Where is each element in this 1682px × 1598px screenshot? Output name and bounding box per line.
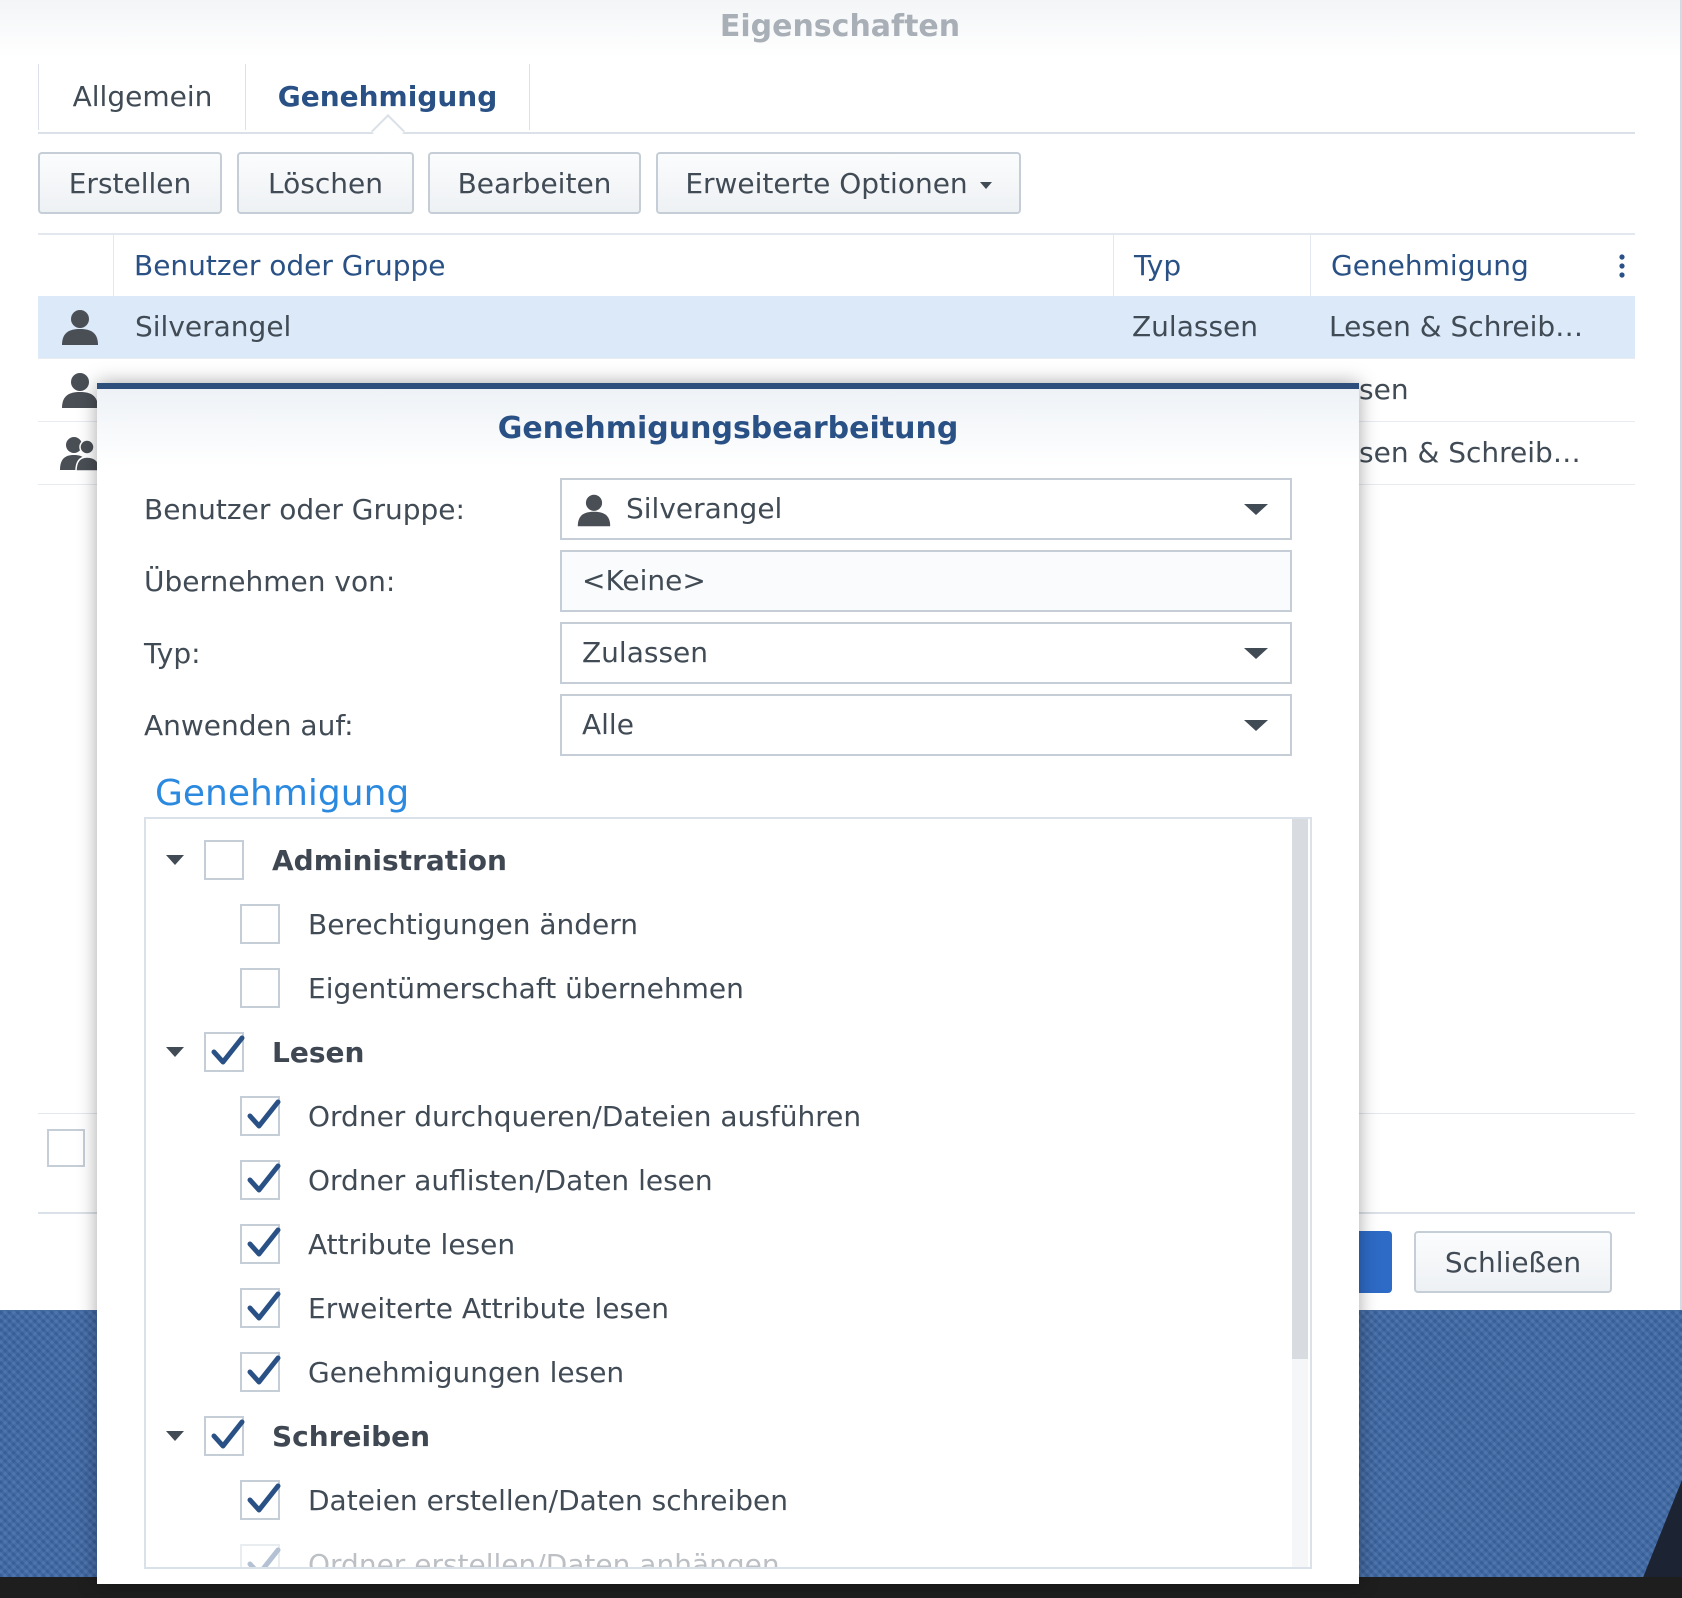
permission-row[interactable]: Eigentümerschaft übernehmen — [146, 957, 1286, 1021]
permission-label: Attribute lesen — [308, 1228, 516, 1261]
user-icon — [62, 310, 98, 345]
permission-label: Lesen — [272, 1036, 365, 1069]
permission-label: Administration — [272, 844, 507, 877]
table-row[interactable]: Silverangel Zulassen Lesen & Schreib… — [38, 296, 1635, 359]
permission-checkbox[interactable] — [240, 904, 280, 944]
permission-row[interactable]: Ordner durchqueren/Dateien ausführen — [146, 1085, 1286, 1149]
permission-label: Erweiterte Attribute lesen — [308, 1292, 670, 1325]
permission-checkbox[interactable] — [240, 1160, 281, 1200]
permission-checkbox[interactable] — [204, 840, 244, 880]
permission-row[interactable]: Erweiterte Attribute lesen — [146, 1277, 1286, 1341]
permission-group-row[interactable]: Schreiben — [146, 1405, 1286, 1469]
tab-general[interactable]: Allgemein — [38, 64, 246, 130]
window-title: Eigenschaften — [0, 0, 1680, 58]
dropdown-arrow-icon — [1244, 720, 1268, 731]
apply-to-value: Alle — [582, 708, 634, 741]
permission-checkbox[interactable] — [240, 1480, 281, 1520]
permission-row[interactable]: Dateien erstellen/Daten schreiben — [146, 1469, 1286, 1533]
row-type: Zulassen — [1132, 310, 1259, 343]
type-value: Zulassen — [582, 636, 709, 669]
row-name: Silverangel — [135, 310, 292, 343]
apply-to-select[interactable]: Alle — [560, 694, 1292, 756]
table-header: Benutzer oder Gruppe Typ Genehmigung — [38, 233, 1635, 298]
inherit-from-value: <Keine> — [582, 564, 706, 597]
footer-checkbox[interactable] — [47, 1129, 85, 1167]
column-permission[interactable]: Genehmigung — [1310, 235, 1600, 297]
dropdown-arrow-icon — [1244, 504, 1268, 515]
advanced-options-label: Erweiterte Optionen — [685, 167, 968, 200]
apply-to-label: Anwenden auf: — [144, 709, 354, 742]
tab-bar: Allgemein Genehmigung — [38, 64, 1635, 134]
permission-checkbox[interactable] — [204, 1416, 245, 1456]
permission-label: Genehmigungen lesen — [308, 1356, 625, 1389]
expand-arrow-icon[interactable] — [166, 1431, 184, 1441]
permission-checkbox[interactable] — [240, 1288, 281, 1328]
column-user-or-group[interactable]: Benutzer oder Gruppe — [113, 235, 1113, 297]
permission-row[interactable]: Attribute lesen — [146, 1213, 1286, 1277]
user-or-group-label: Benutzer oder Gruppe: — [144, 493, 465, 526]
permission-tree: Administration Berechtigungen ändern Eigen… — [144, 817, 1312, 1569]
close-button[interactable]: Schließen — [1414, 1231, 1612, 1293]
permission-row[interactable]: Genehmigungen lesen — [146, 1341, 1286, 1405]
dropdown-arrow-icon — [1244, 648, 1268, 659]
edit-button[interactable]: Bearbeiten — [428, 152, 641, 214]
permission-group-row[interactable]: Administration — [146, 829, 1286, 893]
scrollbar-thumb[interactable] — [1292, 819, 1308, 1359]
permission-checkbox[interactable] — [240, 1224, 281, 1264]
permission-group-row[interactable]: Lesen — [146, 1021, 1286, 1085]
permission-section-title: Genehmigung — [155, 773, 410, 814]
user-icon — [577, 494, 611, 527]
inherit-from-field: <Keine> — [560, 550, 1292, 612]
permission-label: Ordner auflisten/Daten lesen — [308, 1164, 713, 1197]
permission-checkbox[interactable] — [240, 968, 280, 1008]
permission-editor-dialog: Genehmigungsbearbeitung Benutzer oder Gr… — [97, 383, 1359, 1584]
permission-checkbox[interactable] — [204, 1032, 245, 1072]
group-icon — [60, 437, 100, 472]
permission-label: Berechtigungen ändern — [308, 908, 639, 941]
create-button[interactable]: Erstellen — [38, 152, 222, 214]
type-select[interactable]: Zulassen — [560, 622, 1292, 684]
dialog-header: Genehmigungsbearbeitung — [97, 389, 1359, 467]
row-permission: sen — [1359, 373, 1409, 406]
permission-row[interactable]: Ordner auflisten/Daten lesen — [146, 1149, 1286, 1213]
permission-label: Dateien erstellen/Daten schreiben — [308, 1484, 789, 1517]
expand-arrow-icon[interactable] — [166, 855, 184, 865]
permission-label: Ordner erstellen/Daten anhängen — [308, 1548, 780, 1569]
column-menu-icon[interactable] — [1619, 253, 1625, 279]
advanced-options-button[interactable]: Erweiterte Optionen — [656, 152, 1021, 214]
permission-label: Ordner durchqueren/Dateien ausführen — [308, 1100, 862, 1133]
inherit-from-label: Übernehmen von: — [144, 565, 396, 598]
user-or-group-select[interactable]: Silverangel — [560, 478, 1292, 540]
expand-arrow-icon[interactable] — [166, 1047, 184, 1057]
dialog-title: Genehmigungsbearbeitung — [497, 411, 959, 446]
row-permission: Lesen & Schreib… — [1329, 310, 1584, 343]
row-permission: sen & Schreib… — [1359, 436, 1581, 469]
user-or-group-value: Silverangel — [626, 492, 783, 525]
column-type[interactable]: Typ — [1113, 235, 1310, 297]
permission-label: Schreiben — [272, 1420, 431, 1453]
permission-row[interactable]: Ordner erstellen/Daten anhängen — [146, 1533, 1286, 1569]
delete-button[interactable]: Löschen — [237, 152, 414, 214]
permission-row[interactable]: Berechtigungen ändern — [146, 893, 1286, 957]
permission-checkbox[interactable] — [240, 1352, 281, 1392]
permission-checkbox[interactable] — [240, 1096, 281, 1136]
permission-checkbox[interactable] — [240, 1544, 281, 1567]
user-icon — [62, 373, 98, 408]
permission-label: Eigentümerschaft übernehmen — [308, 972, 744, 1005]
type-label: Typ: — [144, 637, 201, 670]
chevron-down-icon — [979, 181, 992, 189]
